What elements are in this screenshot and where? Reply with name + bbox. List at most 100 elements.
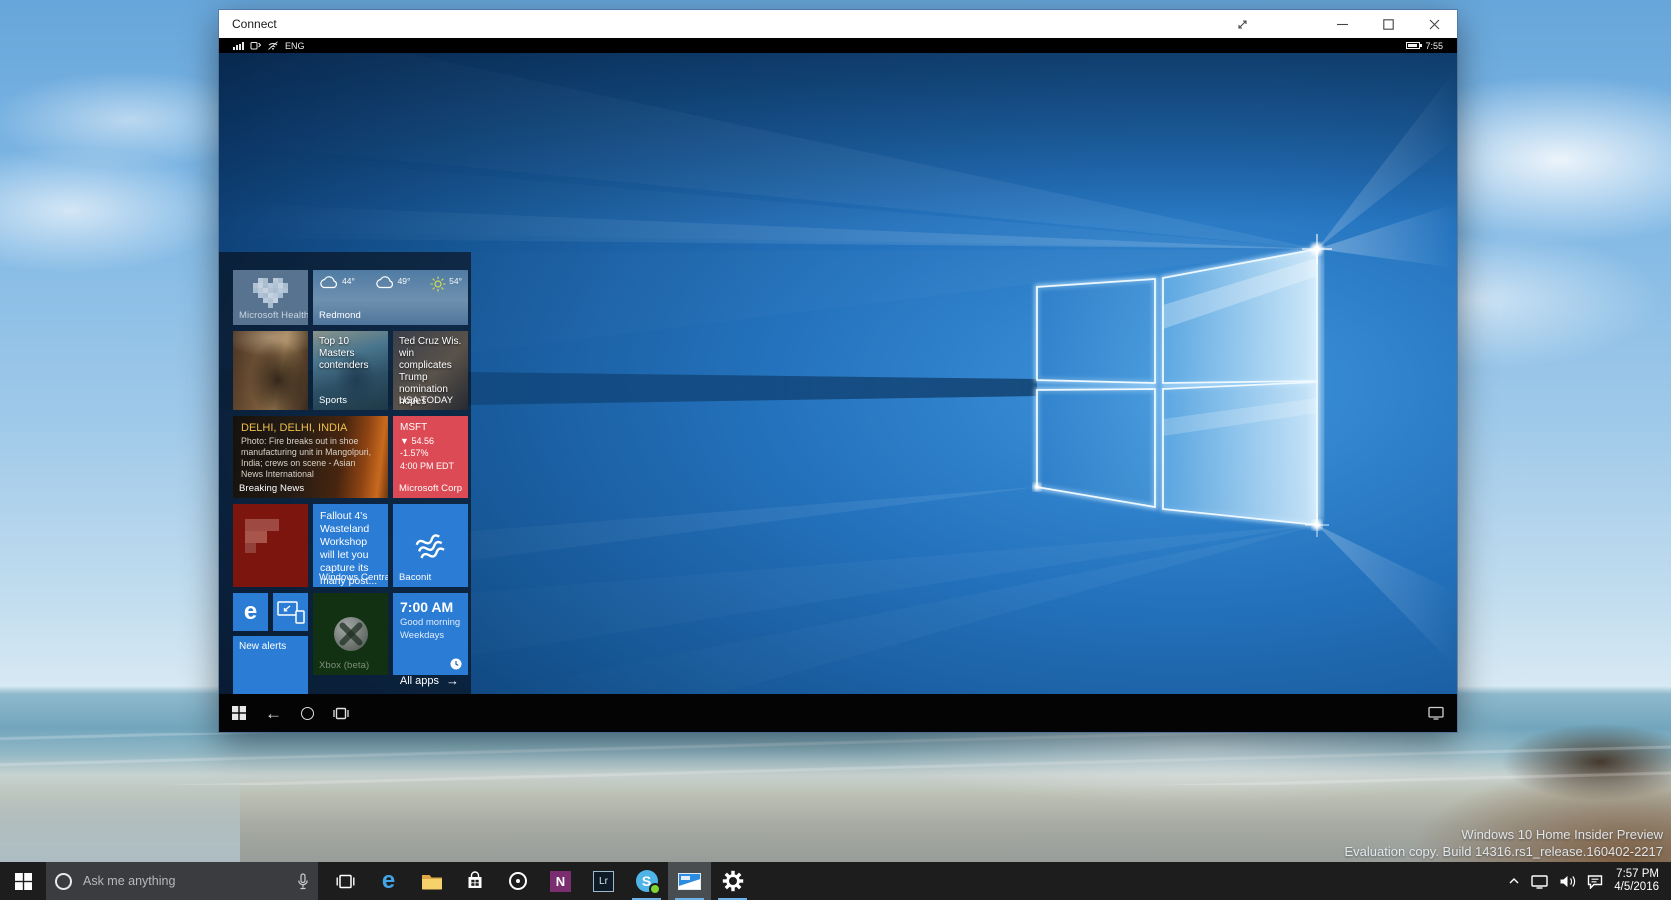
tile-label: Redmond bbox=[319, 310, 361, 321]
temp-value: 44° bbox=[342, 276, 355, 286]
tile-baconit[interactable]: Baconit bbox=[393, 504, 468, 587]
window-controls bbox=[1219, 10, 1457, 38]
status-left: ENG bbox=[233, 41, 305, 51]
onenote-letter: N bbox=[556, 874, 565, 889]
taskbar-settings[interactable] bbox=[711, 862, 754, 900]
tile-connect-continuum[interactable] bbox=[273, 593, 308, 631]
stock-symbol: MSFT bbox=[400, 422, 468, 435]
taskbar-edge[interactable]: e bbox=[367, 862, 410, 900]
taskbar-lightroom[interactable]: Lr bbox=[582, 862, 625, 900]
disconnect-display-button[interactable] bbox=[1428, 706, 1444, 720]
tile-alarm[interactable]: 7:00 AM Good morning Weekdays bbox=[393, 593, 468, 675]
tile-windows-central[interactable]: Fallout 4's Wasteland Workshop will let … bbox=[313, 504, 388, 587]
task-view-icon bbox=[336, 874, 355, 889]
chevron-up-icon bbox=[1508, 877, 1520, 885]
cortana-search-box[interactable] bbox=[46, 862, 318, 900]
tile-breaking-news[interactable]: DELHI, DELHI, INDIA Photo: Fire breaks o… bbox=[233, 416, 388, 498]
tile-flipboard[interactable] bbox=[233, 504, 308, 587]
phone-clock: 7:55 bbox=[1425, 41, 1443, 51]
phone-task-view-button[interactable] bbox=[333, 707, 349, 720]
taskbar-connect-app[interactable] bbox=[668, 862, 711, 900]
tile-label: New alerts bbox=[233, 636, 308, 652]
taskbar-file-explorer[interactable] bbox=[410, 862, 453, 900]
tile-label: Baconit bbox=[399, 572, 431, 583]
phone-start-button[interactable] bbox=[232, 706, 246, 720]
arrow-right-icon: → bbox=[446, 673, 459, 688]
minimize-icon bbox=[1337, 19, 1348, 30]
lightroom-icon: Lr bbox=[593, 871, 614, 892]
all-apps-label: All apps bbox=[400, 675, 439, 687]
close-button[interactable] bbox=[1411, 10, 1457, 38]
taskbar-apps: e N Lr S bbox=[324, 862, 754, 900]
onenote-icon: N bbox=[550, 871, 571, 892]
temp-value: 49° bbox=[398, 276, 411, 286]
alarm-title: Good morning bbox=[393, 615, 468, 628]
watermark-line1: Windows 10 Home Insider Preview bbox=[1345, 826, 1664, 843]
all-apps-link[interactable]: All apps → bbox=[400, 673, 459, 688]
tile-usa-today[interactable]: Ted Cruz Wis. win complicates Trump nomi… bbox=[393, 331, 468, 410]
diagonal-resize-icon bbox=[1236, 18, 1249, 31]
cortana-icon bbox=[55, 873, 72, 890]
maximize-button[interactable] bbox=[1365, 10, 1411, 38]
tile-label: Breaking News bbox=[239, 483, 304, 494]
tile-sports[interactable]: Top 10 Masters contenders Sports bbox=[313, 331, 388, 410]
tile-label: Microsoft Corp bbox=[399, 483, 462, 494]
stock-change: -1.57% bbox=[400, 447, 468, 460]
tile-new-alerts[interactable]: New alerts bbox=[233, 636, 308, 694]
cloud-icon bbox=[375, 276, 395, 289]
tile-label: Windows Central bbox=[319, 572, 388, 583]
fullscreen-button[interactable] bbox=[1219, 10, 1265, 38]
taskbar-skype[interactable]: S bbox=[625, 862, 668, 900]
start-button[interactable] bbox=[0, 862, 46, 900]
task-view-button[interactable] bbox=[324, 862, 367, 900]
connect-app-icon bbox=[678, 873, 701, 890]
taskbar-onenote[interactable]: N bbox=[539, 862, 582, 900]
alarm-time: 7:00 AM bbox=[393, 593, 468, 615]
search-input[interactable] bbox=[81, 873, 288, 889]
minimize-button[interactable] bbox=[1319, 10, 1365, 38]
xbox-sphere-icon bbox=[334, 617, 368, 651]
windows-logo-icon bbox=[232, 706, 246, 720]
tray-action-center[interactable] bbox=[1587, 874, 1603, 889]
tile-headline: DELHI, DELHI, INDIA bbox=[233, 416, 388, 436]
clock-icon bbox=[450, 658, 462, 670]
phone-search-button[interactable] bbox=[301, 707, 314, 720]
battery-icon bbox=[1406, 42, 1420, 49]
tray-network[interactable] bbox=[1531, 874, 1548, 889]
phone-status-bar: ENG 7:55 bbox=[219, 38, 1457, 53]
close-icon bbox=[1429, 19, 1440, 30]
cellular-icon bbox=[250, 41, 261, 50]
lightroom-label: Lr bbox=[599, 876, 608, 887]
taskbar: e N Lr S bbox=[0, 862, 1671, 900]
groove-music-icon bbox=[509, 872, 527, 890]
system-tray: 7:57 PM 4/5/2016 bbox=[1508, 862, 1671, 900]
tile-label: Sports bbox=[319, 395, 347, 406]
tray-volume[interactable] bbox=[1559, 874, 1576, 889]
temp-value: 54° bbox=[449, 276, 462, 286]
connect-window: Connect ENG bbox=[219, 10, 1457, 732]
tile-grid: Microsoft Health 44° 49° 54° Redmond bbox=[233, 270, 468, 681]
weather-forecast: 44° 49° 54° bbox=[313, 270, 468, 292]
taskbar-store[interactable] bbox=[453, 862, 496, 900]
tile-edge[interactable]: e bbox=[233, 593, 268, 631]
tray-chevron-up[interactable] bbox=[1508, 877, 1520, 885]
window-titlebar[interactable]: Connect bbox=[219, 10, 1457, 38]
maximize-icon bbox=[1383, 19, 1394, 30]
phone-back-button[interactable]: ← bbox=[265, 705, 282, 722]
stock-direction-icon: ▼ bbox=[400, 436, 409, 446]
tile-news-photo[interactable] bbox=[233, 331, 308, 410]
status-right: 7:55 bbox=[1406, 41, 1443, 51]
microphone-icon[interactable] bbox=[297, 873, 309, 890]
search-circle-icon bbox=[301, 707, 314, 720]
tile-msft-stock[interactable]: MSFT ▼ 54.56 -1.57% 4:00 PM EDT Microsof… bbox=[393, 416, 468, 498]
volume-icon bbox=[1559, 874, 1576, 889]
phone-nav-bar: ← bbox=[219, 694, 1457, 732]
signal-bars-icon bbox=[233, 42, 244, 50]
taskbar-groove-music[interactable] bbox=[496, 862, 539, 900]
tile-xbox[interactable]: Xbox (beta) bbox=[313, 593, 388, 675]
taskbar-clock[interactable]: 7:57 PM 4/5/2016 bbox=[1614, 868, 1659, 894]
tile-weather[interactable]: 44° 49° 54° Redmond bbox=[313, 270, 468, 325]
cloud-icon bbox=[319, 276, 339, 289]
phone-screen: Microsoft Health 44° 49° 54° Redmond bbox=[219, 53, 1457, 694]
tile-microsoft-health[interactable]: Microsoft Health bbox=[233, 270, 308, 325]
